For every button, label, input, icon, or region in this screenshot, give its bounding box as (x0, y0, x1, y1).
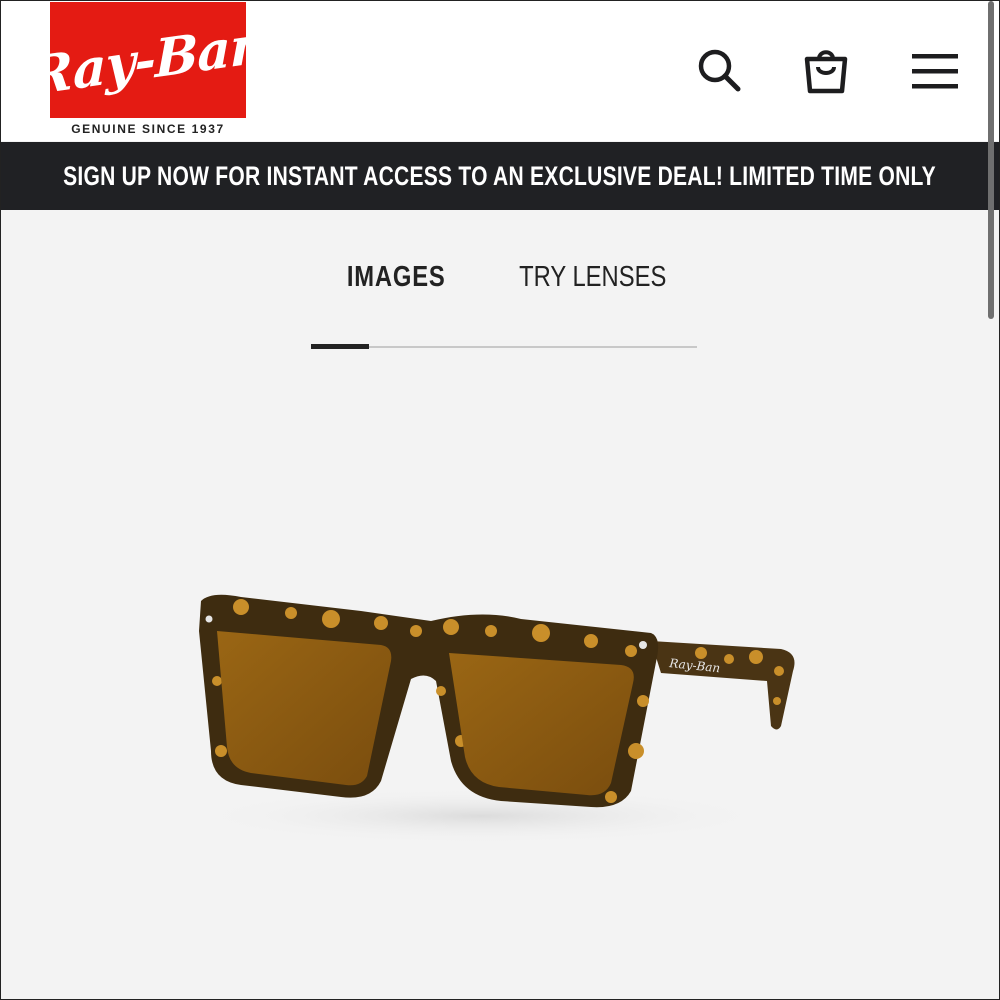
search-button[interactable] (689, 41, 749, 101)
menu-icon (912, 54, 958, 89)
tab-images[interactable]: IMAGES (301, 255, 491, 299)
tab-images-label: IMAGES (346, 260, 446, 293)
menu-button[interactable] (905, 41, 965, 101)
shopping-bag-icon (804, 50, 848, 94)
scrollbar[interactable] (988, 1, 994, 319)
logo-wordmark: Ray-Ban (29, 12, 267, 108)
product-image-sunglasses[interactable]: Ray-Ban (181, 561, 821, 861)
brand-tagline: GENUINE SINCE 1937 (71, 122, 225, 136)
promo-text: SIGN UP NOW FOR INSTANT ACCESS TO AN EXC… (63, 160, 937, 191)
brand-logo[interactable]: Ray-Ban (30, 2, 266, 118)
cart-button[interactable] (796, 41, 856, 101)
site-header: Ray-Ban GENUINE SINCE 1937 (1, 1, 999, 141)
search-icon (698, 49, 741, 92)
gallery-progress-indicator (311, 344, 369, 349)
page: Ray-Ban GENUINE SINCE 1937 SIGN UP NOW F… (0, 0, 1000, 1000)
tab-try-lenses[interactable]: TRY LENSES (493, 255, 693, 299)
promo-banner[interactable]: SIGN UP NOW FOR INSTANT ACCESS TO AN EXC… (1, 142, 999, 210)
tab-try-lenses-label: TRY LENSES (519, 260, 667, 293)
